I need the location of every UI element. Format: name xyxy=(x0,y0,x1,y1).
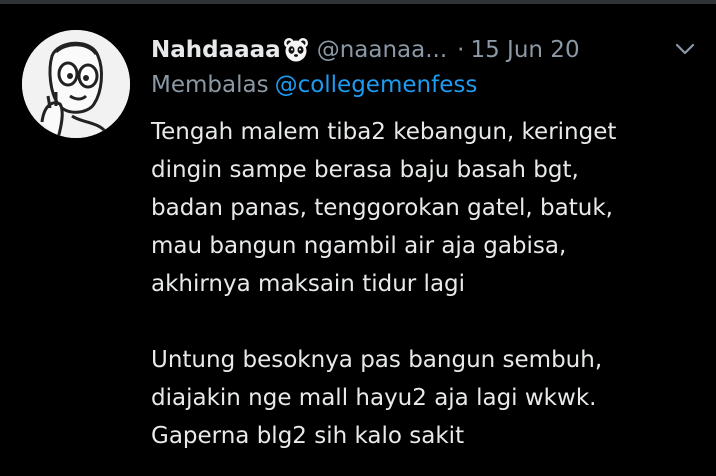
reply-mention-link[interactable]: @collegemenfess xyxy=(275,72,478,98)
tweet-line: badan panas, tenggorokan gatel, batuk, xyxy=(151,195,613,221)
replying-to: Membalas @collegemenfess xyxy=(151,72,477,98)
author-name[interactable]: Nahdaaaa xyxy=(151,37,281,63)
cartoon-face-avatar-icon xyxy=(22,30,130,138)
tweet-line: mau bangun ngambil air aja gabisa, xyxy=(151,233,567,259)
chevron-down-icon[interactable] xyxy=(674,38,696,60)
reply-label: Membalas xyxy=(151,72,269,98)
tweet-line: akhirnya maksain tidur lagi xyxy=(151,271,466,297)
tweet-header: Nahdaaaa @naanaa... · 15 Jun 20 xyxy=(151,32,696,68)
avatar[interactable] xyxy=(22,30,130,138)
tweet-line: Gaperna blg2 sih kalo sakit xyxy=(151,423,465,449)
tweet-line: Tengah malem tiba2 kebangun, keringet xyxy=(151,119,617,145)
author-handle[interactable]: @naanaa... xyxy=(317,37,447,63)
tweet-line: dingin sampe berasa baju basah bgt, xyxy=(151,157,579,183)
tweet-line: Untung besoknya pas bangun sembuh, xyxy=(151,347,603,373)
top-divider xyxy=(0,0,716,4)
tweet-date[interactable]: 15 Jun 20 xyxy=(470,37,579,63)
panda-icon xyxy=(283,37,309,63)
tweet-line: diajakin nge mall hayu2 aja lagi wkwk. xyxy=(151,385,597,411)
separator-dot: · xyxy=(457,37,465,63)
tweet-text: Tengah malem tiba2 kebangun, keringet di… xyxy=(151,113,696,455)
